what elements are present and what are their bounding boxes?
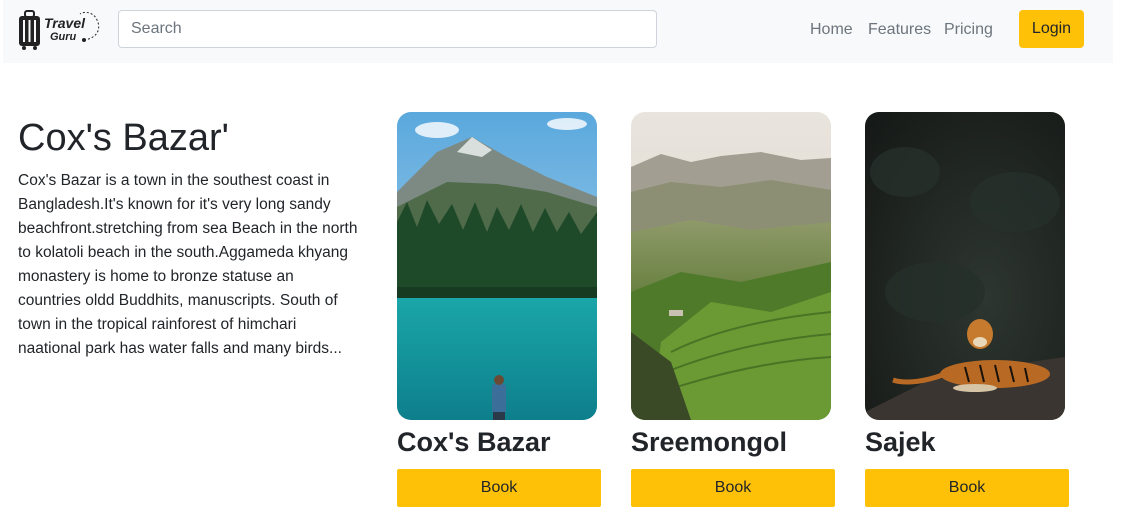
- destination-title: Cox's Bazar': [18, 117, 229, 159]
- destination-card-sreemongol[interactable]: Sreemongol Book: [631, 112, 835, 507]
- book-button[interactable]: Book: [865, 469, 1069, 507]
- destination-card-sajek[interactable]: Sajek Book: [865, 112, 1069, 507]
- card-title: Sreemongol: [631, 427, 788, 457]
- logo-word-travel: Travel: [44, 15, 85, 31]
- destination-description: Cox's Bazar is a town in the southest co…: [18, 172, 358, 357]
- card-title: Sajek: [865, 427, 936, 457]
- tea-garden-hills-photo[interactable]: [631, 112, 831, 420]
- destination-card-coxs-bazar[interactable]: Cox's Bazar Book: [397, 112, 601, 507]
- mountain-lake-forest-photo[interactable]: [397, 112, 597, 420]
- card-title: Cox's Bazar: [397, 427, 551, 457]
- book-button[interactable]: Book: [397, 469, 601, 507]
- login-button[interactable]: Login: [1019, 10, 1084, 48]
- nav-link-pricing[interactable]: Pricing: [944, 20, 993, 40]
- logo-word-guru: Guru: [50, 31, 77, 43]
- nav-link-features[interactable]: Features: [868, 20, 931, 40]
- tiger-resting-photo[interactable]: [865, 112, 1065, 420]
- nav-link-home[interactable]: Home: [810, 20, 853, 40]
- navbar: Travel Guru Home Features Pricing Login: [3, 0, 1113, 63]
- travel-guru-logo[interactable]: Travel Guru: [18, 8, 108, 52]
- search-input[interactable]: [118, 10, 657, 48]
- book-button[interactable]: Book: [631, 469, 835, 507]
